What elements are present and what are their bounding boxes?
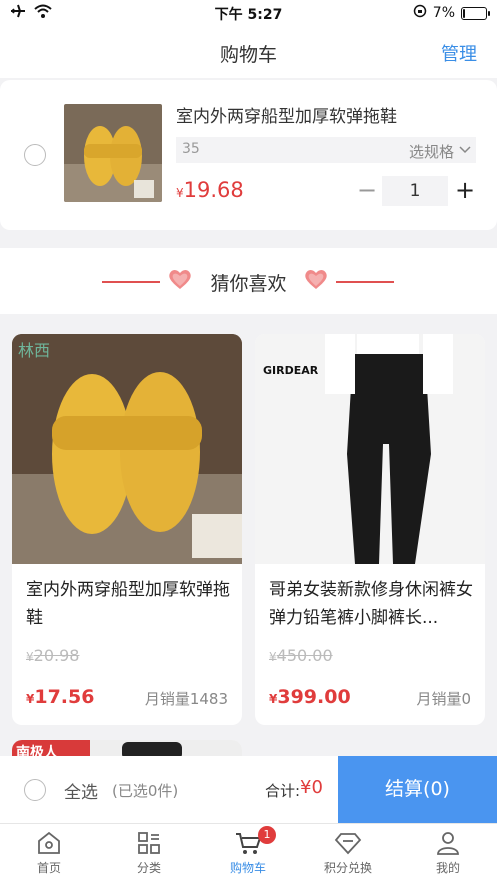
heart-icon: [304, 268, 328, 294]
decrease-button[interactable]: −: [356, 176, 378, 206]
product-image[interactable]: GIRDEAR: [255, 334, 485, 564]
select-all-label[interactable]: 全选: [64, 778, 98, 803]
product-name[interactable]: 室内外两穿船型加厚软弹拖鞋: [26, 576, 232, 632]
price-value: 19.68: [183, 178, 244, 202]
cart-badge: 1: [258, 826, 276, 844]
cart-item-price: ¥19.68: [176, 178, 244, 202]
product-card[interactable]: GIRDEAR 哥弟女装新款修身休闲裤女弹力铅笔裤小脚裤长... ¥450.00…: [255, 334, 485, 725]
monthly-sales: 月销量0: [416, 690, 471, 708]
tab-label: 分类: [136, 861, 161, 875]
divider-right: [336, 281, 394, 283]
manage-button[interactable]: 管理: [441, 40, 477, 66]
image-brand-text: 林西: [18, 341, 50, 360]
sale-price: ¥17.56: [26, 686, 94, 708]
cart-item: 室内外两穿船型加厚软弹拖鞋 35 选规格 ¥19.68 − 1 +: [0, 80, 497, 230]
checkout-bar: 全选 (已选0件) 合计: ¥0 结算(0): [0, 756, 497, 823]
product-card[interactable]: 林西 室内外两穿船型加厚软弹拖鞋 ¥20.98 ¥17.56 月销量1483: [12, 334, 242, 725]
tab-label: 我的: [435, 861, 460, 875]
page-title: 购物车: [219, 44, 277, 66]
sale-price: ¥399.00: [269, 686, 351, 708]
tab-label: 首页: [36, 861, 61, 875]
original-price: ¥450.00: [269, 646, 333, 665]
chevron-down-icon: [458, 139, 472, 163]
spec-label: 选规格: [408, 143, 454, 161]
old-price-value: 450.00: [276, 646, 333, 665]
battery-icon: [461, 6, 490, 20]
increase-button[interactable]: +: [454, 176, 476, 206]
tab-category[interactable]: 分类: [109, 830, 189, 876]
cart-item-image[interactable]: [64, 104, 162, 202]
old-price-value: 20.98: [33, 646, 80, 665]
tab-bar: 首页 分类 1 购物车 积分兑换 我的: [0, 823, 497, 883]
checkout-button[interactable]: 结算(0): [338, 756, 497, 823]
battery-fill: [463, 8, 465, 18]
quantity-value[interactable]: 1: [382, 176, 448, 206]
price-value: 399.00: [277, 686, 351, 708]
tab-profile[interactable]: 我的: [408, 830, 488, 876]
status-right: 7%: [413, 4, 490, 22]
category-icon: [138, 832, 160, 854]
currency-symbol: ¥: [176, 186, 184, 200]
tab-home[interactable]: 首页: [9, 830, 89, 876]
tab-cart[interactable]: 1 购物车: [208, 826, 288, 876]
header: 购物车 管理: [0, 26, 497, 78]
selected-count: (已选0件): [112, 782, 179, 800]
battery-percent: 7%: [432, 5, 455, 21]
diamond-icon: [334, 833, 362, 855]
product-name[interactable]: 哥弟女装新款修身休闲裤女弹力铅笔裤小脚裤长...: [269, 576, 475, 632]
total-label: 合计:: [265, 782, 301, 800]
tab-label: 购物车: [229, 861, 266, 875]
select-all-radio[interactable]: [24, 779, 46, 801]
cart-item-name[interactable]: 室内外两穿船型加厚软弹拖鞋: [176, 102, 397, 127]
original-price: ¥20.98: [26, 646, 79, 665]
currency-symbol: ¥: [269, 650, 277, 664]
quantity-stepper: − 1 +: [356, 176, 476, 206]
monthly-sales: 月销量1483: [144, 690, 228, 708]
product-image[interactable]: 林西: [12, 334, 242, 564]
profile-icon: [437, 832, 459, 855]
orientation-lock-icon: [413, 4, 427, 22]
currency-symbol: ¥: [26, 650, 34, 664]
guess-title: 猜你喜欢: [210, 273, 287, 295]
price-value: 17.56: [34, 686, 95, 708]
guess-you-like-header: 猜你喜欢: [0, 248, 497, 314]
tab-points[interactable]: 积分兑换: [308, 830, 388, 876]
spec-value: 35: [182, 141, 200, 157]
image-brand-text: GIRDEAR: [263, 364, 319, 377]
home-icon: [38, 831, 60, 854]
total-value: ¥0: [300, 777, 323, 798]
tab-label: 积分兑换: [323, 861, 372, 875]
spec-selector[interactable]: 35 选规格: [176, 137, 476, 163]
status-bar: 下午 5:27 7%: [0, 0, 497, 26]
item-select-radio[interactable]: [24, 144, 46, 166]
